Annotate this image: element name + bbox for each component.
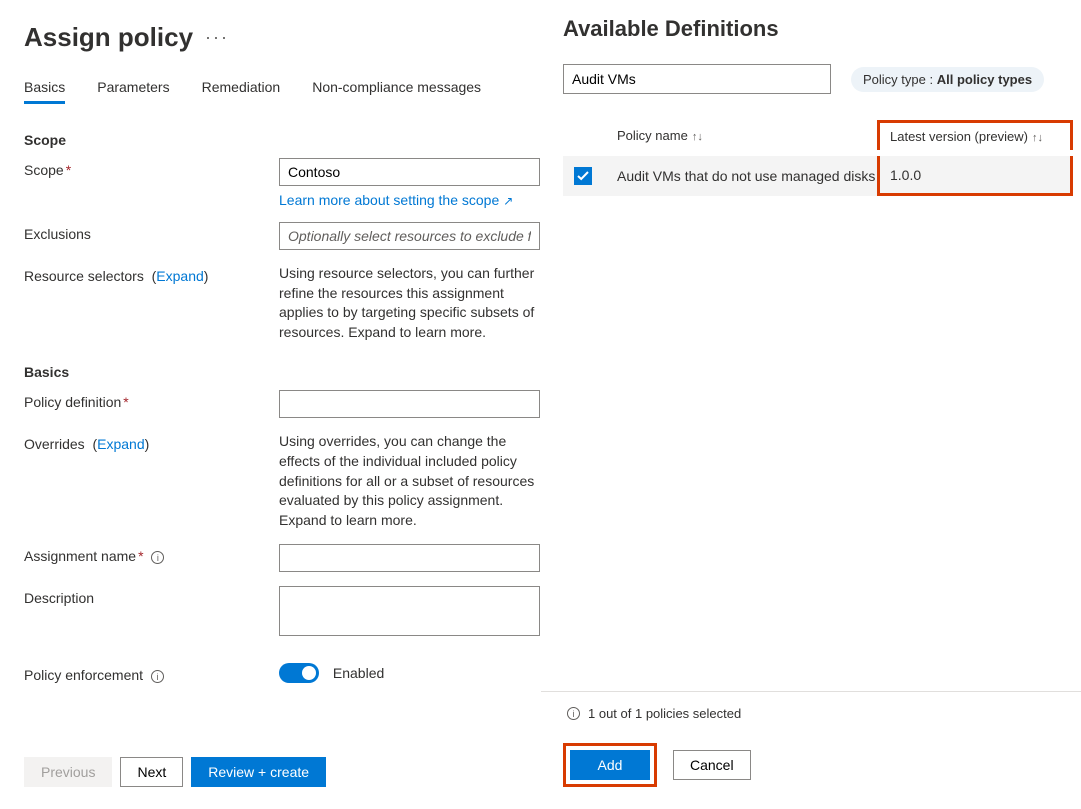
description-input[interactable] — [279, 586, 540, 636]
page-title: Assign policy — [24, 22, 193, 53]
scope-label: Scope — [24, 162, 64, 178]
tabs: Basics Parameters Remediation Non-compli… — [24, 79, 540, 104]
side-panel-title: Available Definitions — [563, 16, 1081, 42]
next-button[interactable]: Next — [120, 757, 183, 787]
cancel-button[interactable]: Cancel — [673, 750, 751, 780]
row-checkbox[interactable] — [574, 167, 592, 185]
overrides-hint: Using overrides, you can change the effe… — [279, 432, 540, 530]
add-button[interactable]: Add — [570, 750, 650, 780]
overrides-expand[interactable]: Expand — [97, 436, 144, 452]
column-policy-name[interactable]: Policy name↑↓ — [617, 128, 703, 143]
assignment-name-label: Assignment name — [24, 548, 136, 564]
row-policy-name: Audit VMs that do not use managed disks — [599, 168, 877, 184]
table-row[interactable]: Audit VMs that do not use managed disks … — [563, 156, 1073, 196]
row-version: 1.0.0 — [877, 156, 1073, 196]
column-latest-version[interactable]: Latest version (preview)↑↓ — [890, 129, 1043, 144]
tab-noncompliance-messages[interactable]: Non-compliance messages — [312, 79, 481, 104]
resource-selectors-expand[interactable]: Expand — [156, 268, 203, 284]
table-header: Policy name↑↓ Latest version (preview)↑↓ — [563, 114, 1073, 156]
tab-remediation[interactable]: Remediation — [202, 79, 281, 104]
tab-basics[interactable]: Basics — [24, 79, 65, 104]
exclusions-input[interactable] — [279, 222, 540, 250]
resource-selectors-hint: Using resource selectors, you can furthe… — [279, 264, 540, 342]
tab-parameters[interactable]: Parameters — [97, 79, 169, 104]
info-icon[interactable]: i — [151, 551, 164, 564]
scope-heading: Scope — [24, 132, 540, 148]
checkmark-icon — [577, 170, 589, 182]
exclusions-label: Exclusions — [24, 226, 91, 242]
assign-policy-panel: Assign policy ··· Basics Parameters Reme… — [0, 0, 540, 809]
policy-definition-input[interactable] — [279, 390, 540, 418]
available-definitions-panel: Available Definitions Policy type : All … — [541, 0, 1081, 809]
resource-selectors-label: Resource selectors — [24, 268, 144, 284]
external-link-icon: ↗ — [503, 194, 513, 208]
info-icon: i — [567, 707, 580, 720]
selected-count-text: 1 out of 1 policies selected — [588, 706, 741, 721]
sort-icon: ↑↓ — [692, 131, 703, 143]
previous-button: Previous — [24, 757, 112, 787]
policy-type-filter[interactable]: Policy type : All policy types — [851, 67, 1044, 92]
info-icon[interactable]: i — [151, 670, 164, 683]
more-actions-icon[interactable]: ··· — [205, 27, 229, 48]
policy-enforcement-toggle[interactable] — [279, 663, 319, 683]
description-label: Description — [24, 590, 94, 606]
definitions-table: Policy name↑↓ Latest version (preview)↑↓ — [563, 114, 1073, 196]
wizard-footer: Previous Next Review + create — [24, 757, 326, 787]
policy-definition-label: Policy definition — [24, 394, 121, 410]
basics-heading: Basics — [24, 364, 540, 380]
assignment-name-input[interactable] — [279, 544, 540, 572]
overrides-label: Overrides — [24, 436, 85, 452]
review-create-button[interactable]: Review + create — [191, 757, 326, 787]
scope-learn-more-link[interactable]: Learn more about setting the scope↗ — [279, 192, 513, 208]
side-panel-footer: i 1 out of 1 policies selected Add Cance… — [541, 691, 1081, 809]
sort-icon: ↑↓ — [1032, 132, 1043, 144]
definition-search-input[interactable] — [563, 64, 831, 94]
policy-enforcement-value: Enabled — [333, 665, 384, 681]
scope-input[interactable] — [279, 158, 540, 186]
policy-enforcement-label: Policy enforcement — [24, 667, 143, 683]
